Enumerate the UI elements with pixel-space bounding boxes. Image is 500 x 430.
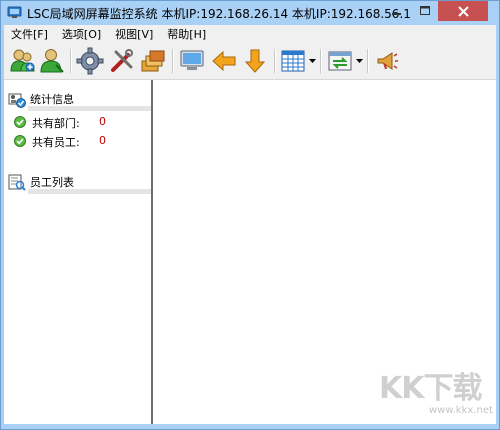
app-window: LSC局域网屏幕监控系统 本机IP:192.168.26.14 本机IP:192… (0, 0, 500, 430)
stats-section-header[interactable]: 统计信息 (6, 88, 151, 111)
departments-value: 0 (99, 115, 106, 128)
chevron-down-icon (356, 58, 363, 63)
megaphone-icon (377, 52, 398, 70)
gear-icon (76, 47, 104, 75)
employees-value: 0 (99, 134, 106, 147)
departments-label: 共有部门: (32, 117, 80, 130)
grid-icon (281, 50, 305, 72)
user-icon (40, 49, 64, 73)
tools-icon (111, 49, 133, 72)
employees-label: 共有员工: (32, 136, 80, 149)
stack-button[interactable] (138, 46, 168, 76)
download-button[interactable] (240, 46, 270, 76)
stat-employees: 共有员工: 0 (14, 133, 144, 149)
tools-button[interactable] (107, 46, 137, 76)
watermark: KK下载 www.kkx.net (371, 361, 496, 425)
add-users-button[interactable] (7, 46, 37, 76)
menu-file[interactable]: 文件[F] (4, 26, 55, 42)
maximize-button[interactable] (411, 1, 438, 21)
monitor-button[interactable] (177, 46, 207, 76)
menu-help[interactable]: 帮助[H] (160, 26, 213, 42)
transfer-icon (328, 51, 352, 71)
add-users-icon (10, 49, 35, 72)
toolbar-separator (367, 49, 369, 73)
grid-dropdown-button[interactable] (309, 57, 316, 65)
settings-button[interactable] (75, 46, 105, 76)
arrow-left-icon (212, 50, 236, 72)
menu-view[interactable]: 视图[V] (108, 26, 160, 42)
employee-list-section-header[interactable]: 员工列表 (6, 171, 151, 194)
stats-icon (8, 93, 26, 108)
check-icon (14, 135, 26, 147)
broadcast-button[interactable] (372, 46, 402, 76)
grid-view-button[interactable] (278, 46, 308, 76)
toolbar-separator (70, 49, 72, 73)
close-button[interactable] (438, 1, 488, 21)
stack-icon (141, 50, 165, 72)
toolbar (4, 43, 496, 80)
chevron-down-icon (309, 58, 316, 63)
back-button[interactable] (209, 46, 239, 76)
title-bar[interactable]: LSC局域网屏幕监控系统 本机IP:192.168.26.14 本机IP:192… (1, 1, 499, 25)
close-icon (457, 5, 469, 17)
transfer-button[interactable] (325, 46, 355, 76)
left-panel: 统计信息 共有部门: 0 共有员工: 0 员工列表 (4, 80, 153, 424)
user-button[interactable] (37, 46, 67, 76)
toolbar-separator (172, 49, 174, 73)
employee-list-icon (8, 174, 26, 191)
stats-section-title: 统计信息 (30, 93, 74, 106)
stat-departments: 共有部门: 0 (14, 114, 144, 130)
minimize-button[interactable] (383, 1, 411, 21)
maximize-icon (419, 6, 430, 15)
watermark-text: KK下载 (379, 371, 482, 406)
menu-bar: 文件[F] 选项[O] 视图[V] 帮助[H] (4, 25, 496, 43)
stats-section-bar (28, 106, 151, 111)
toolbar-separator (320, 49, 322, 73)
window-title: LSC局域网屏幕监控系统 本机IP:192.168.26.14 本机IP:192… (27, 7, 411, 21)
employee-list-title: 员工列表 (30, 176, 74, 189)
app-logo-icon (7, 6, 22, 18)
transfer-dropdown-button[interactable] (356, 57, 363, 65)
minimize-icon (392, 13, 401, 15)
monitor-icon (180, 50, 204, 70)
arrow-down-icon (244, 49, 266, 73)
employee-list-section-bar (28, 189, 151, 194)
toolbar-separator (274, 49, 276, 73)
watermark-url: www.kkx.net (429, 405, 493, 416)
menu-options[interactable]: 选项[O] (55, 26, 108, 42)
check-icon (14, 116, 26, 128)
